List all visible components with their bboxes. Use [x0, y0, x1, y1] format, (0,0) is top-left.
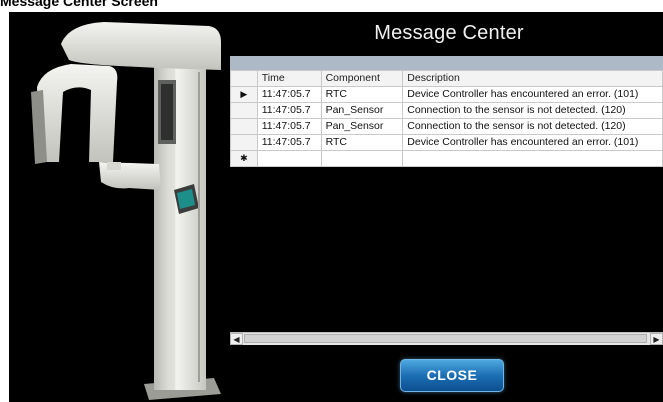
row-selector-header — [230, 70, 258, 87]
cell-component: RTC — [320, 86, 404, 103]
cell-description: Connection to the sensor is not detected… — [402, 102, 663, 119]
cell-description: Device Controller has encountered an err… — [402, 134, 663, 151]
new-row[interactable]: ✱ — [230, 150, 663, 167]
cell-component: Pan_Sensor — [320, 102, 404, 119]
cell-time: 11:47:05.7 — [256, 118, 322, 135]
cell-time: 11:47:05.7 — [256, 86, 322, 103]
cell-description: Connection to the sensor is not detected… — [402, 118, 663, 135]
column-header-description[interactable]: Description — [402, 70, 663, 87]
table-row[interactable]: 11:47:05.7 Pan_Sensor Connection to the … — [230, 118, 663, 135]
horizontal-scrollbar[interactable]: ◀ ▶ — [230, 332, 663, 345]
cell-component: Pan_Sensor — [320, 118, 404, 135]
new-row-icon: ✱ — [230, 150, 258, 167]
scroll-right-icon[interactable]: ▶ — [650, 333, 663, 345]
column-header-time[interactable]: Time — [256, 70, 322, 87]
row-indicator-icon — [230, 118, 258, 135]
table-row[interactable]: 11:47:05.7 Pan_Sensor Connection to the … — [230, 102, 663, 119]
close-button[interactable]: CLOSE — [400, 359, 504, 392]
cell-component: RTC — [320, 134, 404, 151]
scroll-left-icon[interactable]: ◀ — [230, 333, 243, 345]
grid-header-bar — [230, 56, 663, 70]
message-grid[interactable]: Time Component Description ▶ 11:47:05.7 … — [230, 56, 663, 345]
table-header-row: Time Component Description — [230, 70, 663, 87]
row-indicator-icon — [230, 134, 258, 151]
panoramic-xray-unit-image — [31, 22, 221, 400]
table-row[interactable]: 11:47:05.7 RTC Device Controller has enc… — [230, 134, 663, 151]
cell-description — [402, 150, 663, 167]
cell-time: 11:47:05.7 — [256, 134, 322, 151]
cell-time — [256, 150, 322, 167]
message-table: Time Component Description ▶ 11:47:05.7 … — [230, 70, 663, 167]
page-caption: Message Center Screen — [0, 0, 158, 9]
scrollbar-thumb[interactable] — [244, 334, 647, 343]
cell-component — [320, 150, 404, 167]
message-center-screen: Message Center Time Component Descriptio… — [9, 12, 663, 402]
window-title: Message Center — [374, 22, 524, 44]
cell-time: 11:47:05.7 — [256, 102, 322, 119]
row-indicator-icon: ▶ — [230, 86, 258, 103]
column-header-component[interactable]: Component — [320, 70, 404, 87]
cell-description: Device Controller has encountered an err… — [402, 86, 663, 103]
row-indicator-icon — [230, 102, 258, 119]
table-row[interactable]: ▶ 11:47:05.7 RTC Device Controller has e… — [230, 86, 663, 103]
